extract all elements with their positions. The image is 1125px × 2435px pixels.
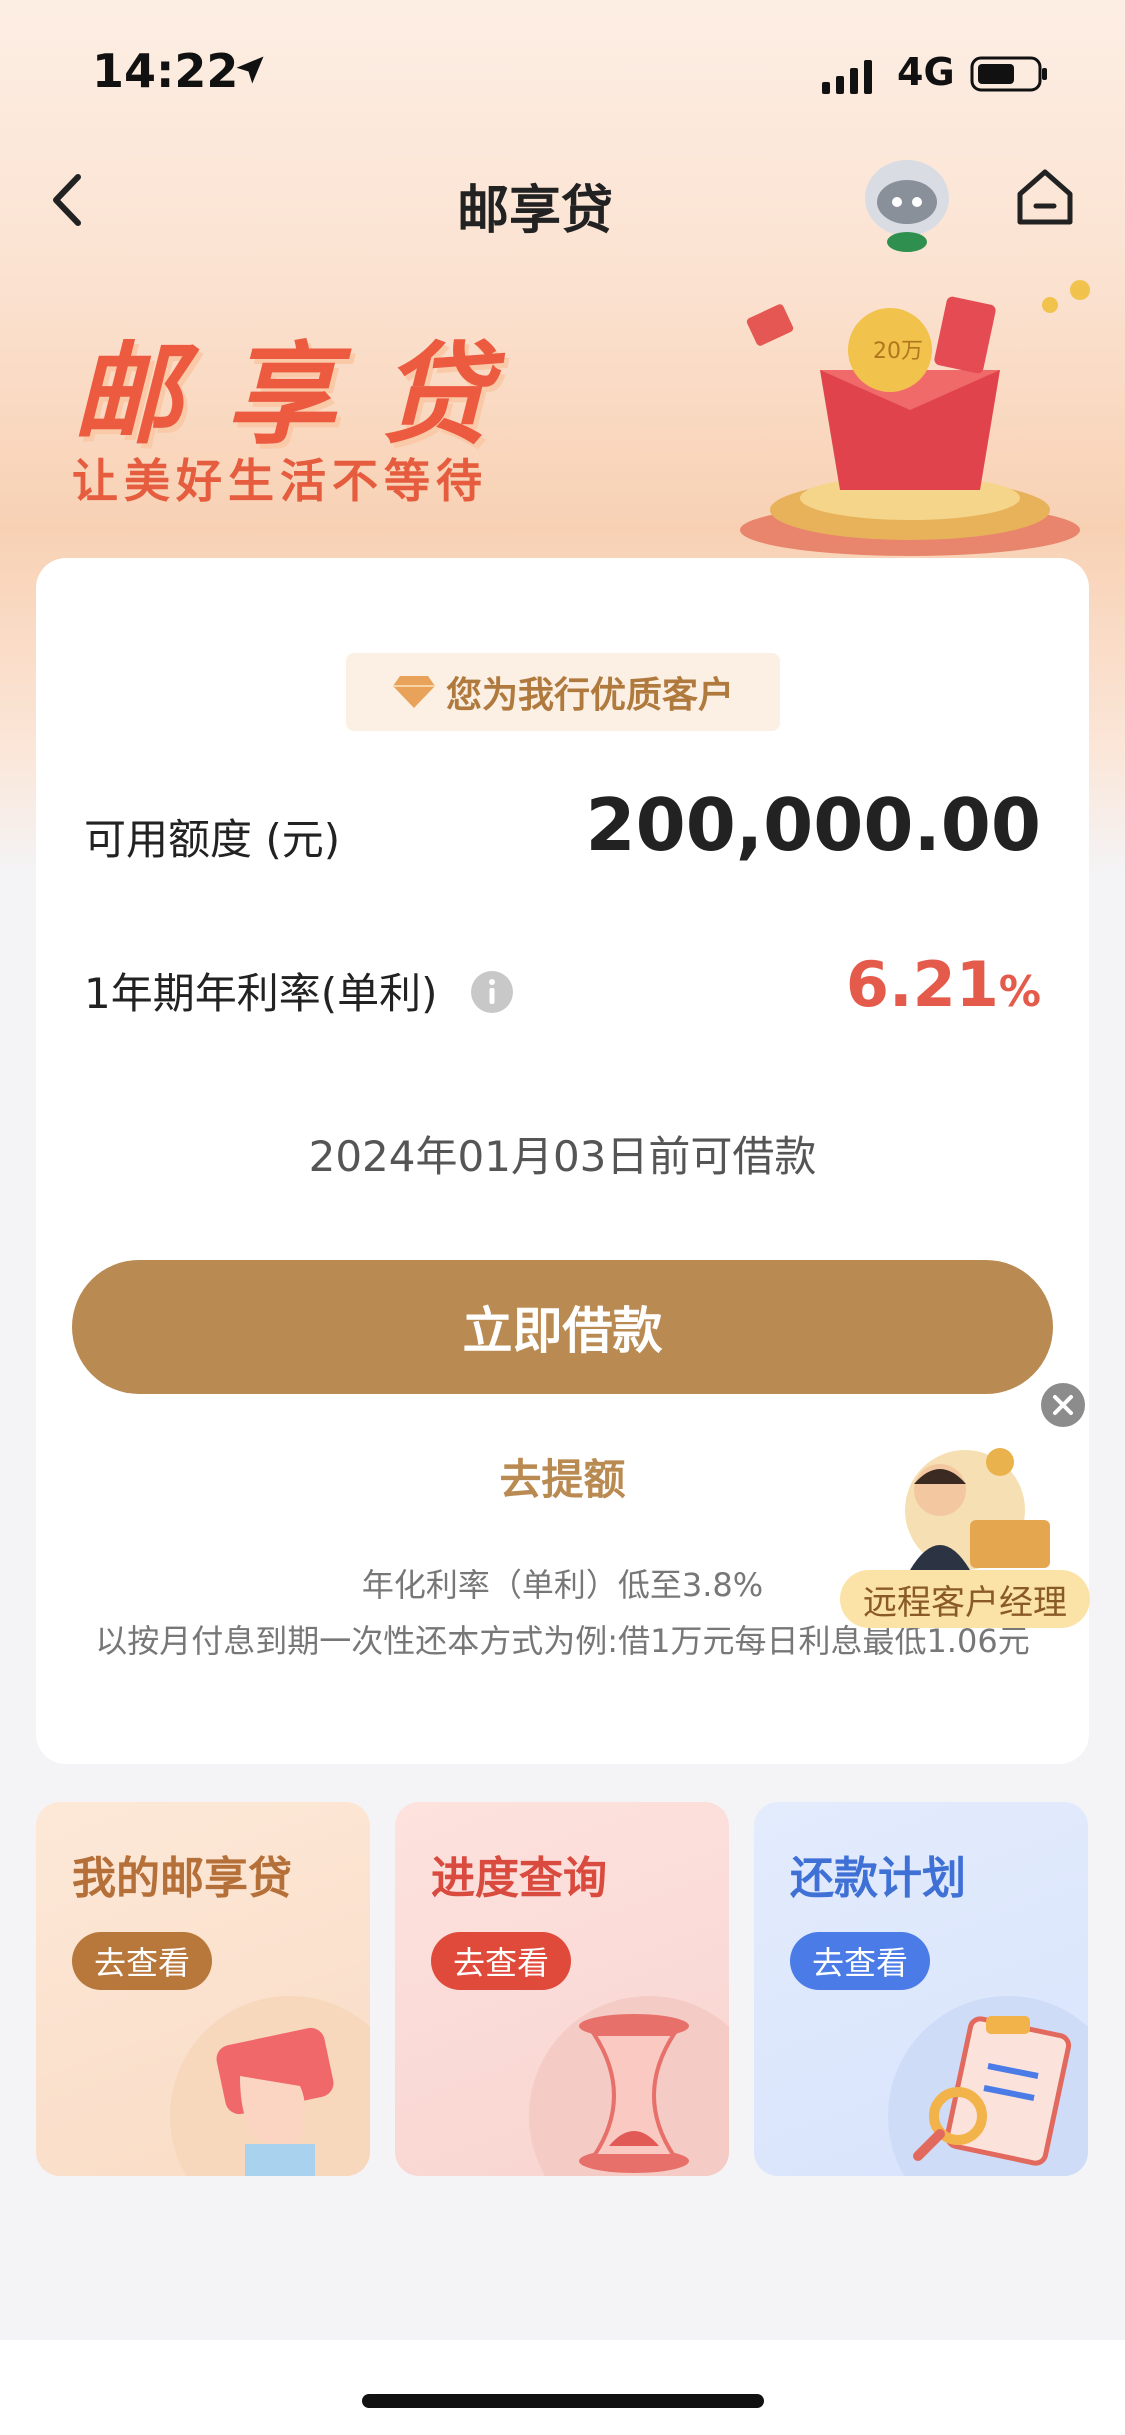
banner-slogan: 让美好生活不等待	[72, 454, 488, 508]
gift-box-illustration: 20万	[740, 280, 1090, 556]
location-arrow-icon	[236, 56, 264, 84]
tile-title: 还款计划	[790, 1853, 966, 1904]
bottom-safe-area	[0, 2340, 1125, 2435]
hand-phone-icon	[216, 2027, 334, 2176]
tile-repayment-plan[interactable]: 还款计划 去查看	[754, 1802, 1088, 2176]
vip-badge: 您为我行优质客户	[346, 653, 780, 731]
tile-my-loan[interactable]: 我的邮享贷 去查看	[36, 1802, 370, 2176]
borrow-now-button[interactable]: 立即借款	[72, 1260, 1053, 1394]
diamond-icon	[392, 676, 435, 708]
clipboard-magnifier-icon	[913, 2016, 1072, 2166]
status-time: 14:22	[92, 44, 239, 98]
banner-title: 邮享贷	[72, 331, 534, 459]
remote-manager-label[interactable]: 远程客户经理	[840, 1570, 1090, 1628]
rate-value: 6.21%	[846, 948, 1041, 1021]
status-bar: 14:22 4G	[0, 0, 1125, 140]
rate-unit: %	[998, 967, 1041, 1016]
battery-icon	[970, 56, 1047, 92]
vip-badge-text: 您为我行优质客户	[445, 675, 734, 716]
credit-value: 200,000.00	[585, 783, 1041, 867]
hourglass-icon	[579, 2014, 689, 2173]
rate-number: 6.21	[845, 948, 999, 1021]
tile-progress-query[interactable]: 进度查询 去查看	[395, 1802, 729, 2176]
robot-assistant-icon[interactable]	[852, 150, 962, 255]
home-indicator	[362, 2394, 764, 2408]
tile-title: 我的邮享贷	[72, 1853, 292, 1904]
home-icon[interactable]	[1010, 162, 1080, 232]
manager-avatar-illustration[interactable]	[870, 1440, 1060, 1570]
tile-title: 进度查询	[431, 1853, 607, 1904]
close-icon[interactable]	[1040, 1382, 1086, 1428]
credit-label: 可用额度 (元)	[84, 815, 341, 864]
deadline-text: 2024年01月03日前可借款	[308, 1132, 817, 1181]
tile-view-button[interactable]: 去查看	[72, 1932, 213, 1990]
gift-coin-text: 20万	[873, 339, 923, 364]
info-icon[interactable]	[470, 970, 514, 1014]
tile-view-button[interactable]: 去查看	[790, 1932, 931, 1990]
tile-view-button[interactable]: 去查看	[431, 1932, 572, 1990]
network-type: 4G	[897, 50, 955, 94]
rate-label: 1年期年利率(单利)	[84, 969, 438, 1018]
signal-icon	[822, 60, 872, 94]
